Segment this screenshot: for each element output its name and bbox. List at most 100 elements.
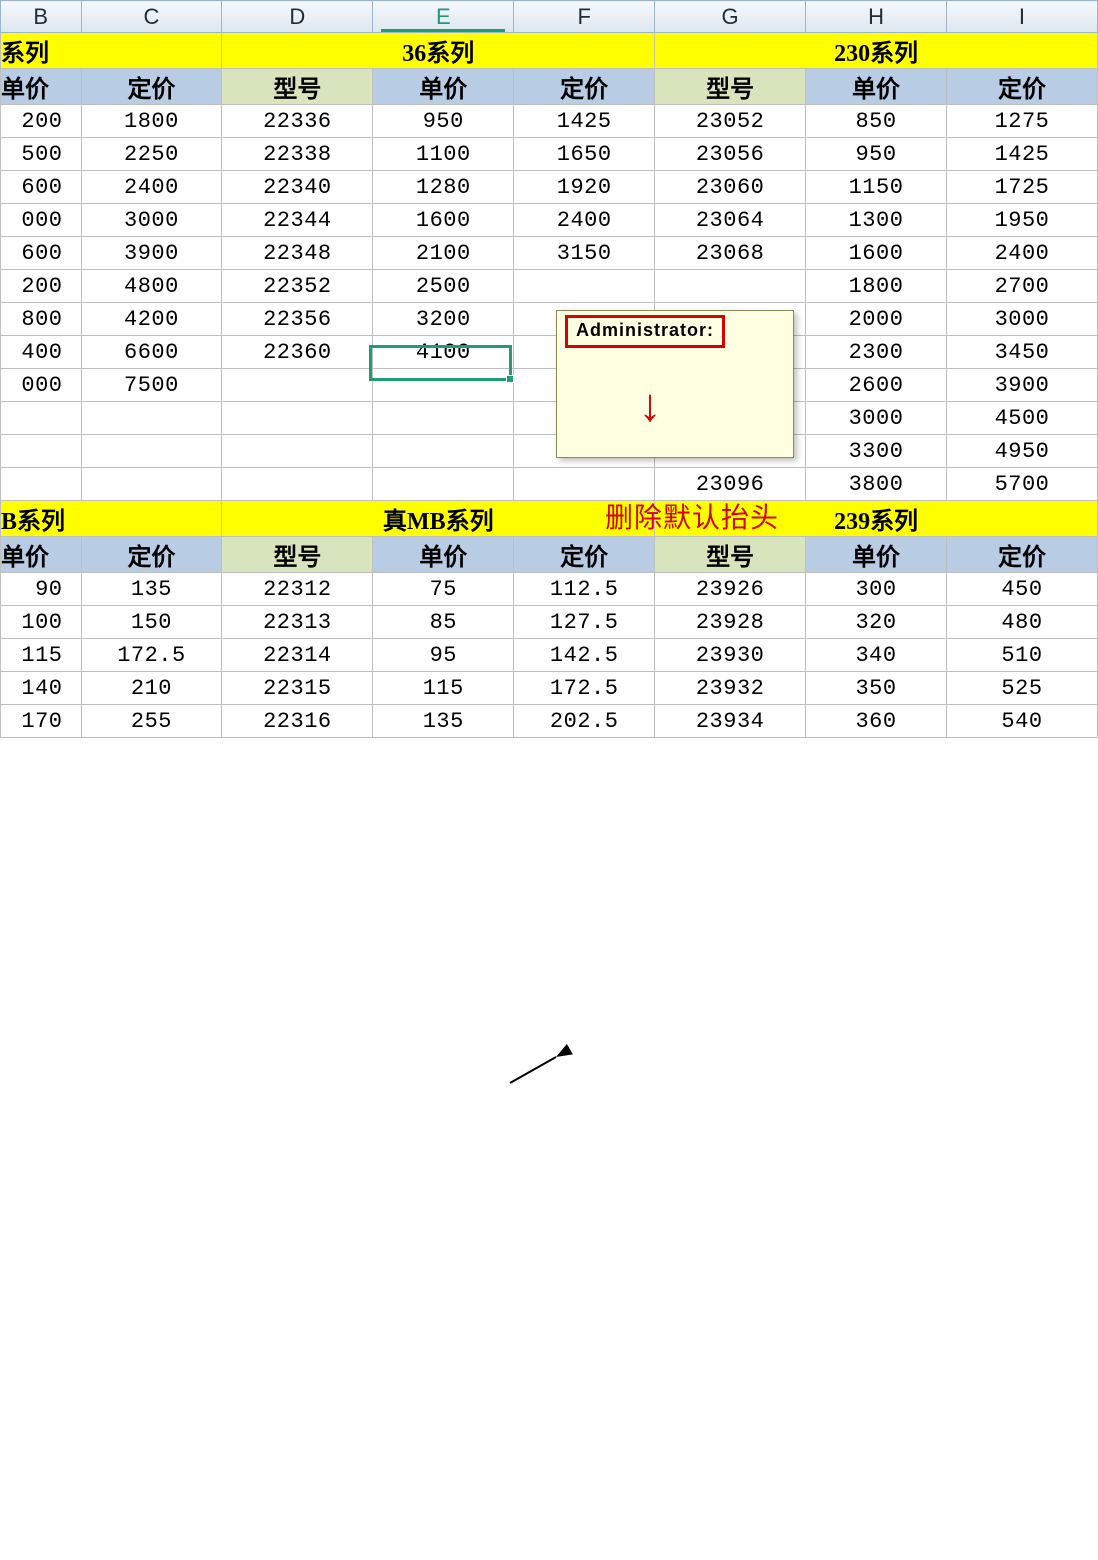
series-header-row-2[interactable]: B系列 真MB系列 239系列 xyxy=(1,501,1098,537)
cell[interactable]: 127.5 xyxy=(514,606,655,639)
col-head-G[interactable]: G xyxy=(655,1,806,33)
table-row[interactable]: 1001502231385127.523928320480 xyxy=(1,606,1098,639)
cell[interactable]: 23056 xyxy=(655,138,806,171)
sub-header-row[interactable]: 单价 定价 型号 单价 定价 型号 单价 定价 xyxy=(1,69,1098,105)
cell[interactable]: 23096 xyxy=(655,468,806,501)
cell[interactable]: 22340 xyxy=(222,171,373,204)
table-row[interactable]: 2001800223369501425230528501275 xyxy=(1,105,1098,138)
cell[interactable]: 210 xyxy=(81,672,222,705)
cell[interactable]: 450 xyxy=(946,573,1097,606)
cell[interactable]: 135 xyxy=(373,705,514,738)
cell[interactable]: 22344 xyxy=(222,204,373,237)
cell[interactable]: 23064 xyxy=(655,204,806,237)
cell[interactable]: 950 xyxy=(373,105,514,138)
cell[interactable]: 23926 xyxy=(655,573,806,606)
table-row[interactable]: 600390022348210031502306816002400 xyxy=(1,237,1098,270)
cell[interactable]: 1600 xyxy=(806,237,947,270)
table-row[interactable]: 2308830004500 xyxy=(1,402,1098,435)
cell[interactable]: 1425 xyxy=(946,138,1097,171)
cell[interactable]: 540 xyxy=(946,705,1097,738)
cell[interactable]: 23060 xyxy=(655,171,806,204)
cell[interactable]: 400 xyxy=(1,336,82,369)
subhead-G[interactable]: 型号 xyxy=(655,69,806,105)
subhead-C[interactable]: 定价 xyxy=(81,69,222,105)
cell[interactable]: 200 xyxy=(1,270,82,303)
cell[interactable]: 142.5 xyxy=(514,639,655,672)
cell[interactable]: 23052 xyxy=(655,105,806,138)
sub-header-row-2[interactable]: 单价 定价 型号 单价 定价 型号 单价 定价 xyxy=(1,537,1098,573)
cell[interactable]: 2400 xyxy=(81,171,222,204)
subhead2-H[interactable]: 单价 xyxy=(806,537,947,573)
cell[interactable]: 1150 xyxy=(806,171,947,204)
cell[interactable] xyxy=(222,369,373,402)
cell[interactable]: 2700 xyxy=(946,270,1097,303)
cell[interactable]: 600 xyxy=(1,237,82,270)
cell[interactable]: 112.5 xyxy=(514,573,655,606)
cell[interactable]: 22356 xyxy=(222,303,373,336)
cell[interactable]: 22316 xyxy=(222,705,373,738)
cell[interactable]: 75 xyxy=(373,573,514,606)
cell[interactable]: 22312 xyxy=(222,573,373,606)
cell[interactable]: 000 xyxy=(1,204,82,237)
table-row[interactable]: 600240022340128019202306011501725 xyxy=(1,171,1098,204)
cell[interactable]: 22352 xyxy=(222,270,373,303)
series-head-3[interactable]: 230系列 xyxy=(655,33,1098,69)
cell[interactable] xyxy=(373,369,514,402)
cell[interactable]: 525 xyxy=(946,672,1097,705)
cell[interactable] xyxy=(81,468,222,501)
table-row[interactable]: 17025522316135202.523934360540 xyxy=(1,705,1098,738)
cell[interactable]: 4100 xyxy=(373,336,514,369)
cell[interactable] xyxy=(655,270,806,303)
cell[interactable] xyxy=(222,435,373,468)
series2-head-1[interactable]: B系列 xyxy=(1,501,222,537)
cell[interactable]: 1800 xyxy=(81,105,222,138)
spreadsheet-grid[interactable]: B C D E F G H I 系列 36系列 230系列 单价 定价 型号 单… xyxy=(0,0,1098,738)
cell[interactable] xyxy=(1,402,82,435)
cell[interactable]: 2100 xyxy=(373,237,514,270)
cell[interactable]: 850 xyxy=(806,105,947,138)
cell[interactable]: 23930 xyxy=(655,639,806,672)
table-row[interactable]: 000750026003900 xyxy=(1,369,1098,402)
cell[interactable]: 2000 xyxy=(806,303,947,336)
cell[interactable]: 360 xyxy=(806,705,947,738)
cell[interactable]: 3000 xyxy=(806,402,947,435)
table-row[interactable]: 200480022352250018002700 xyxy=(1,270,1098,303)
cell[interactable]: 3450 xyxy=(946,336,1097,369)
series2-head-2[interactable]: 真MB系列 xyxy=(222,501,655,537)
subhead2-D[interactable]: 型号 xyxy=(222,537,373,573)
cell[interactable]: 2600 xyxy=(806,369,947,402)
cell[interactable]: 950 xyxy=(806,138,947,171)
cell[interactable]: 1425 xyxy=(514,105,655,138)
subhead-D[interactable]: 型号 xyxy=(222,69,373,105)
cell[interactable]: 340 xyxy=(806,639,947,672)
cell[interactable]: 4800 xyxy=(81,270,222,303)
cell[interactable]: 3900 xyxy=(81,237,222,270)
cell[interactable]: 255 xyxy=(81,705,222,738)
cell[interactable]: 600 xyxy=(1,171,82,204)
cell[interactable]: 172.5 xyxy=(514,672,655,705)
cell[interactable]: 2500 xyxy=(373,270,514,303)
subhead2-I[interactable]: 定价 xyxy=(946,537,1097,573)
cell[interactable]: 320 xyxy=(806,606,947,639)
col-head-C[interactable]: C xyxy=(81,1,222,33)
cell[interactable]: 1600 xyxy=(373,204,514,237)
cell[interactable]: 85 xyxy=(373,606,514,639)
cell[interactable]: 3800 xyxy=(806,468,947,501)
cell[interactable]: 22360 xyxy=(222,336,373,369)
cell[interactable]: 22313 xyxy=(222,606,373,639)
cell[interactable]: 1280 xyxy=(373,171,514,204)
subhead2-G[interactable]: 型号 xyxy=(655,537,806,573)
cell[interactable]: 4500 xyxy=(946,402,1097,435)
cell[interactable]: 3200 xyxy=(373,303,514,336)
cell[interactable]: 4950 xyxy=(946,435,1097,468)
subhead2-E[interactable]: 单价 xyxy=(373,537,514,573)
cell[interactable]: 2400 xyxy=(946,237,1097,270)
cell[interactable] xyxy=(1,468,82,501)
cell[interactable]: 1650 xyxy=(514,138,655,171)
cell[interactable]: 3150 xyxy=(514,237,655,270)
table-row[interactable]: 000300022344160024002306413001950 xyxy=(1,204,1098,237)
subhead-F[interactable]: 定价 xyxy=(514,69,655,105)
cell[interactable]: 22314 xyxy=(222,639,373,672)
cell[interactable] xyxy=(222,468,373,501)
table-row[interactable]: 800420022356320020003000 xyxy=(1,303,1098,336)
